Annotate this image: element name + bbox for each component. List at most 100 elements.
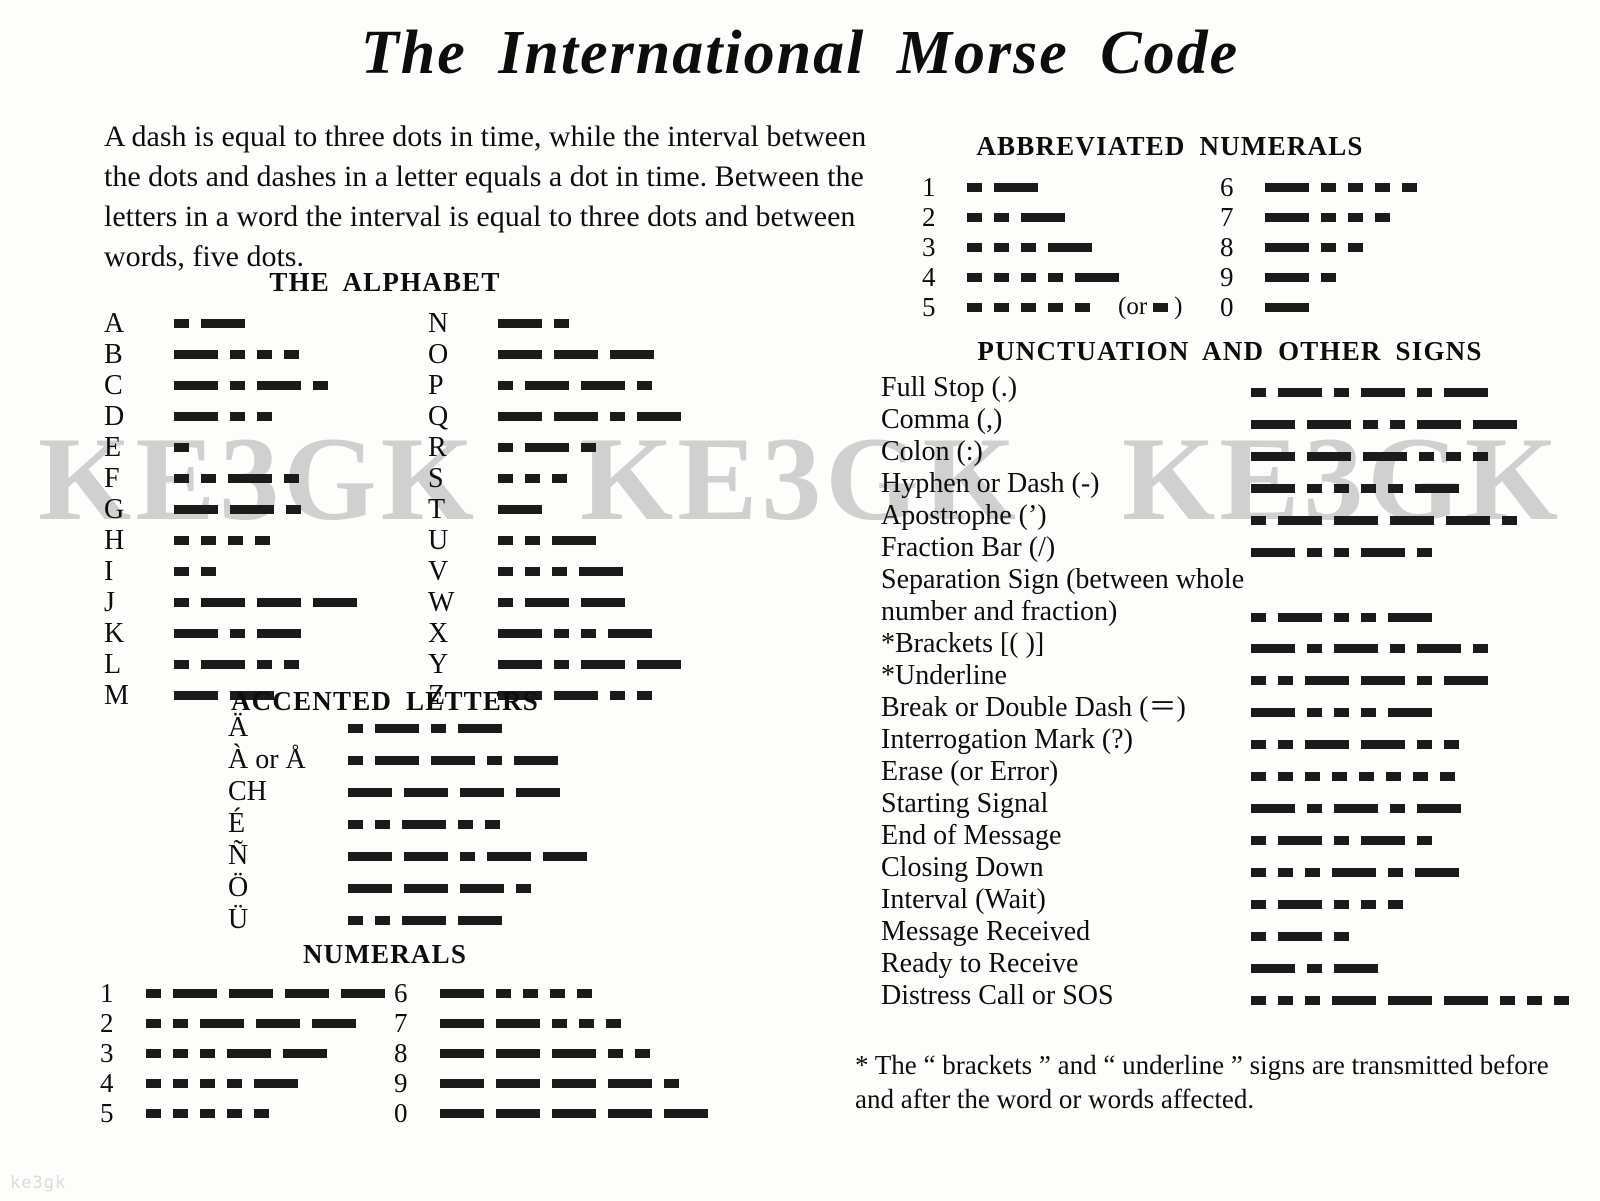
morse-dot-mark	[458, 819, 473, 829]
code-row-label: Ñ	[228, 840, 249, 871]
morse-dash-mark	[554, 412, 598, 421]
morse-dot-mark	[554, 319, 569, 328]
morse-dot-mark	[498, 474, 513, 483]
morse-dot-mark	[174, 598, 189, 607]
morse-dot-mark	[286, 505, 301, 514]
morse-dash-mark	[543, 851, 587, 861]
code-row-label: O	[428, 338, 449, 370]
code-row: 7	[394, 1008, 708, 1038]
punctuation-row-label: End of Message	[881, 820, 1062, 851]
code-row: Ä	[228, 712, 587, 744]
morse-dash-mark	[460, 787, 504, 797]
code-row-morse-pattern	[174, 443, 189, 452]
code-row-morse-pattern	[1265, 242, 1363, 252]
code-row-morse-pattern	[348, 883, 531, 893]
morse-dot-mark	[1417, 836, 1432, 845]
code-row: G	[104, 494, 357, 525]
morse-dot-mark	[1348, 212, 1363, 222]
morse-dot-mark	[1417, 740, 1432, 749]
numerals-column-right: 67890	[394, 978, 708, 1128]
punctuation-row-label: *Brackets [( )]	[881, 628, 1045, 659]
morse-dash-mark	[458, 915, 502, 925]
code-row-label: 8	[1220, 231, 1234, 262]
morse-dash-mark	[1305, 740, 1349, 749]
morse-dot-mark	[1278, 772, 1293, 781]
morse-dash-mark	[1363, 452, 1407, 461]
morse-dot-mark	[1413, 772, 1428, 781]
morse-dash-mark	[1334, 804, 1378, 813]
morse-dot-mark	[498, 536, 513, 545]
morse-dash-mark	[348, 883, 392, 893]
morse-dot-mark	[1251, 613, 1266, 622]
code-row: V	[428, 556, 681, 587]
morse-dot-mark	[1417, 548, 1432, 557]
morse-dot-mark	[146, 1048, 161, 1058]
morse-dash-mark	[1361, 740, 1405, 749]
morse-dot-mark	[1444, 740, 1459, 749]
morse-dash-mark	[1265, 242, 1309, 252]
code-row-label: P	[428, 369, 444, 401]
punctuation-morse-pattern	[1251, 768, 1455, 786]
morse-dot-mark	[1359, 772, 1374, 781]
code-row: N	[428, 308, 681, 339]
morse-dot-mark	[994, 212, 1009, 222]
morse-dot-mark	[1554, 996, 1569, 1005]
morse-dot-mark	[174, 443, 189, 452]
code-row-morse-pattern	[498, 350, 654, 359]
code-row: 1	[100, 978, 385, 1008]
morse-dot-mark	[348, 723, 363, 733]
punctuation-morse-pattern	[1251, 609, 1432, 627]
morse-dash-mark	[230, 505, 274, 514]
morse-dot-mark	[1021, 272, 1036, 282]
morse-dash-mark	[516, 787, 560, 797]
morse-dot-mark	[1417, 388, 1432, 397]
morse-dot-mark	[610, 412, 625, 421]
morse-dot-mark	[460, 851, 475, 861]
code-row-label: 6	[1220, 171, 1234, 202]
code-row-morse-pattern	[498, 505, 542, 514]
alternate-code-prefix: (or	[1118, 293, 1148, 320]
punctuation-row-pattern-cell	[1251, 532, 1432, 562]
morse-dash-mark	[1307, 420, 1351, 429]
code-row: H	[104, 525, 357, 556]
code-row-label: S	[428, 462, 444, 494]
code-row-morse-pattern	[348, 723, 502, 733]
morse-dash-mark	[579, 567, 623, 576]
code-row-morse-pattern	[498, 412, 681, 421]
code-row: D	[104, 401, 357, 432]
morse-dot-mark	[552, 474, 567, 483]
morse-dot-mark	[200, 1108, 215, 1118]
intro-paragraph: A dash is equal to three dots in time, w…	[104, 120, 867, 273]
morse-dash-mark	[402, 819, 446, 829]
code-row-label: C	[104, 369, 123, 401]
morse-dash-mark	[201, 660, 245, 669]
morse-dot-mark	[174, 319, 189, 328]
code-row: W	[428, 587, 681, 618]
morse-dot-mark	[1388, 900, 1403, 909]
morse-dot-mark	[1251, 932, 1266, 941]
morse-dash-mark	[458, 723, 502, 733]
code-row-morse-pattern	[440, 1018, 621, 1028]
morse-dot-mark	[200, 1078, 215, 1088]
morse-dot-mark	[1375, 182, 1390, 192]
morse-dot-mark	[1361, 708, 1376, 717]
punctuation-morse-pattern	[1251, 544, 1432, 562]
morse-dot-mark	[1334, 548, 1349, 557]
punctuation-row-pattern-cell	[1251, 468, 1459, 498]
code-row-morse-pattern	[1265, 182, 1417, 192]
morse-dot-mark	[1334, 836, 1349, 845]
morse-dash-mark	[1278, 932, 1322, 941]
code-row: 5 (or)	[922, 292, 1188, 322]
morse-dot-mark	[284, 350, 299, 359]
abbreviated-numerals-column-left: 1 2 3 4 5 (or)	[922, 172, 1188, 322]
punctuation-row-label: Erase (or Error)	[881, 756, 1059, 787]
code-row-label: 1	[922, 171, 936, 202]
numerals-column-left: 12345	[100, 978, 385, 1128]
morse-dash-mark	[440, 1078, 484, 1088]
morse-dash-mark	[174, 505, 218, 514]
morse-dot-mark	[1386, 772, 1401, 781]
code-row-morse-pattern	[1265, 212, 1390, 222]
code-row: 2	[100, 1008, 385, 1038]
morse-dot-mark	[1402, 182, 1417, 192]
code-row-label: J	[104, 586, 115, 618]
